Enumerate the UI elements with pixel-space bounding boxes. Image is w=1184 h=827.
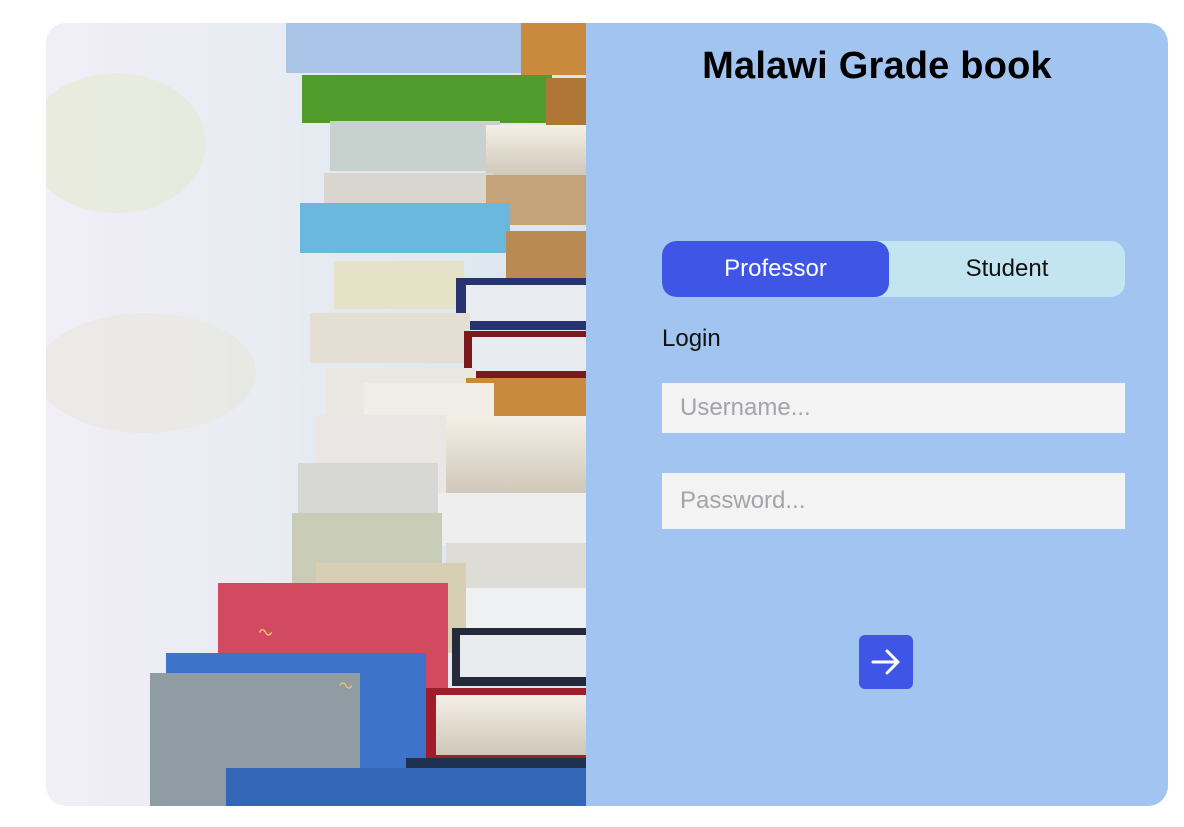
student-tab[interactable]: Student	[889, 241, 1125, 297]
username-input[interactable]	[662, 383, 1125, 433]
login-label: Login	[662, 325, 721, 352]
stacked-books-illustration: ~ ~	[46, 23, 586, 806]
professor-tab[interactable]: Professor	[662, 241, 889, 297]
app-title: Malawi Grade book	[702, 45, 1052, 87]
submit-button[interactable]	[859, 635, 913, 689]
arrow-right-icon	[871, 649, 900, 675]
role-toggle: Professor Student	[662, 241, 1125, 297]
login-panel: Malawi Grade book Professor Student Logi…	[586, 23, 1168, 806]
books-photo: ~ ~	[46, 23, 586, 806]
login-card: ~ ~ Malawi Grade book Professor Student …	[46, 23, 1168, 806]
password-input[interactable]	[662, 473, 1125, 529]
